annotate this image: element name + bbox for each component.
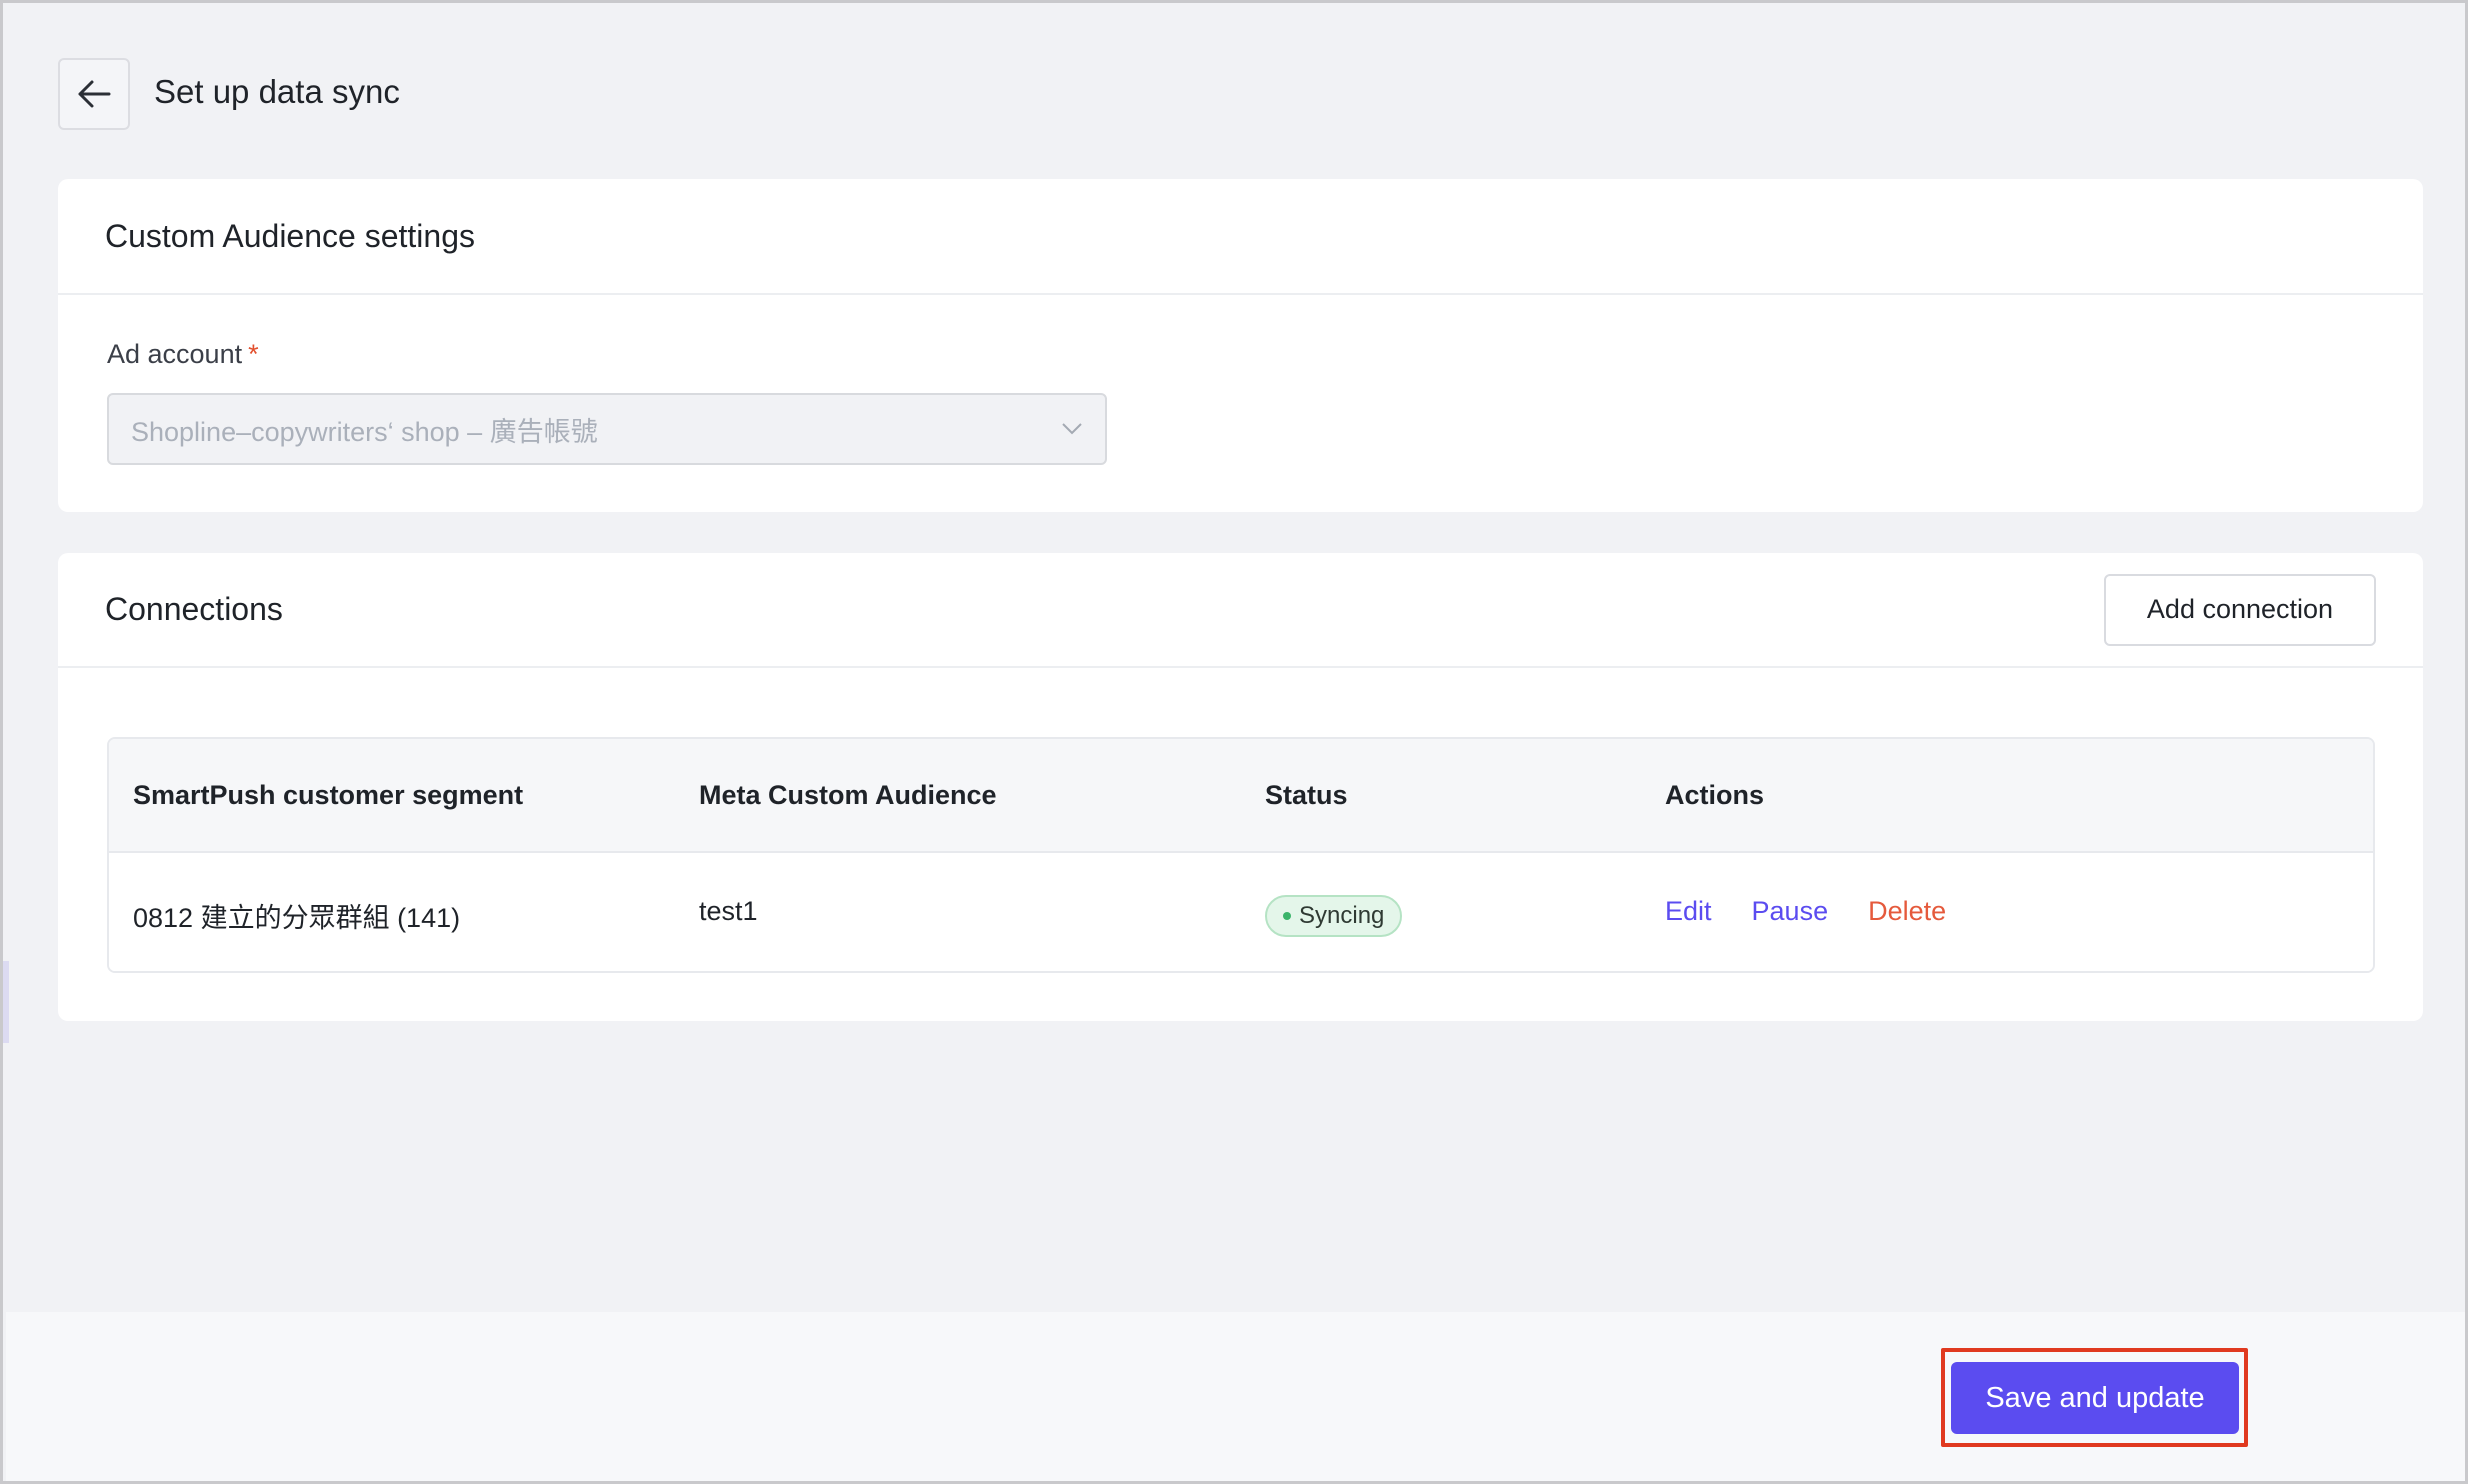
chevron-down-icon	[1062, 423, 1082, 435]
add-connection-button[interactable]: Add connection	[2104, 573, 2376, 646]
card-title: Connections	[105, 591, 283, 627]
row-actions: Edit Pause Delete	[1665, 896, 1946, 927]
segment-cell: 0812 建立的分眾群組 (141)	[133, 903, 461, 933]
ad-account-select[interactable]: Shopline–copywriters‘ shop – 廣告帳號	[107, 393, 1107, 465]
table-header: SmartPush customer segment Meta Custom A…	[109, 739, 2373, 853]
status-text: Syncing	[1299, 902, 1385, 929]
card-header: Connections Add connection	[58, 553, 2423, 668]
back-button[interactable]	[58, 58, 130, 130]
status-badge: Syncing	[1265, 895, 1403, 937]
required-mark: *	[248, 339, 259, 369]
column-header: SmartPush customer segment	[133, 780, 524, 810]
table-row: 0812 建立的分眾群組 (141) test1 Syncing Edit Pa…	[109, 853, 2373, 971]
ad-account-value: Shopline–copywriters‘ shop – 廣告帳號	[131, 416, 598, 447]
left-edge-accent	[3, 961, 9, 1043]
column-header: Status	[1265, 780, 1348, 810]
connections-card: Connections Add connection SmartPush cus…	[58, 553, 2423, 1021]
delete-link[interactable]: Delete	[1868, 896, 1946, 927]
edit-link[interactable]: Edit	[1665, 896, 1712, 927]
card-header: Custom Audience settings	[58, 179, 2423, 295]
ad-account-label-text: Ad account	[107, 339, 243, 369]
card-title: Custom Audience settings	[105, 217, 475, 254]
connections-table: SmartPush customer segment Meta Custom A…	[107, 737, 2375, 973]
status-dot-icon	[1283, 912, 1291, 920]
pause-link[interactable]: Pause	[1752, 896, 1829, 927]
page-title: Set up data sync	[154, 73, 400, 110]
ad-account-label: Ad account *	[107, 339, 259, 370]
column-header: Meta Custom Audience	[699, 780, 997, 810]
app-frame: Set up data sync Custom Audience setting…	[0, 0, 2468, 1484]
custom-audience-settings-card: Custom Audience settings Ad account * Sho…	[58, 179, 2423, 512]
column-header: Actions	[1665, 780, 1765, 810]
audience-cell: test1	[699, 896, 758, 926]
arrow-left-icon	[78, 80, 111, 108]
save-and-update-button[interactable]: Save and update	[1951, 1362, 2239, 1434]
